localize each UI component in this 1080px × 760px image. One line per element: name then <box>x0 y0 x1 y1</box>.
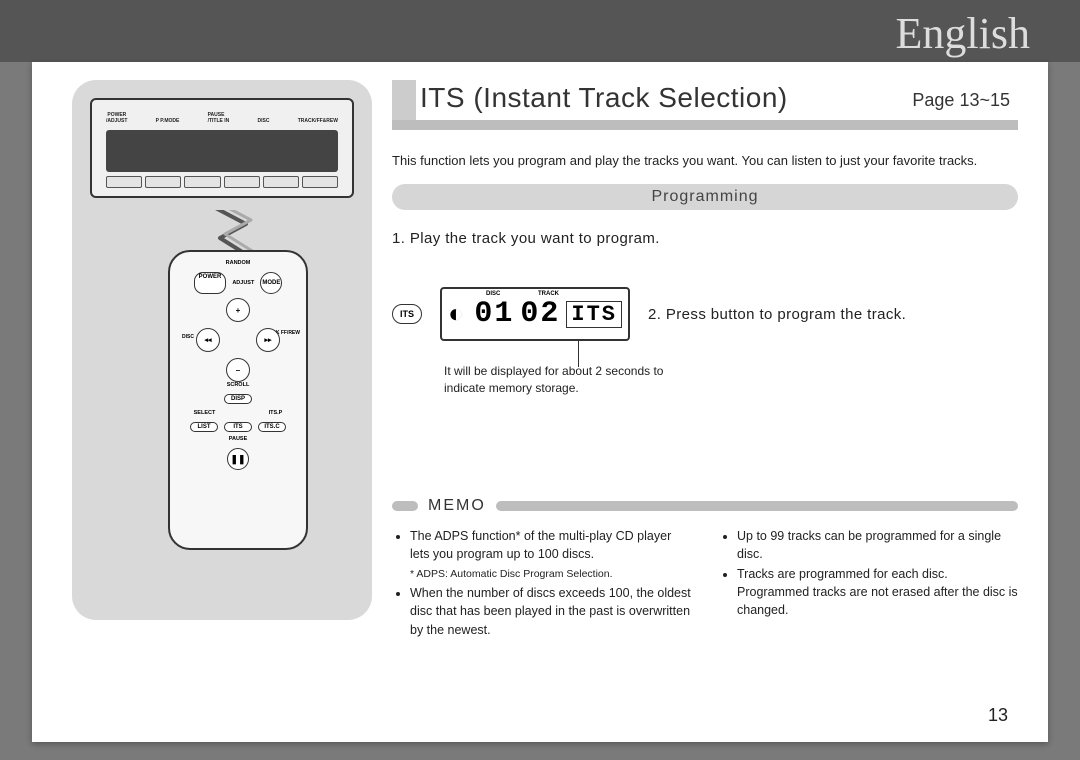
memo-rule <box>496 501 1018 511</box>
hu-label-pause: PAUSE /TITLE IN <box>208 112 230 124</box>
car-head-unit: POWER /ADJUST P P.MODE PAUSE /TITLE IN D… <box>90 98 354 198</box>
memo-heading: MEMO <box>392 497 1018 515</box>
hu-btn <box>106 176 142 188</box>
remote-btn-disp: DISP <box>224 394 252 404</box>
remote-lbl-adjust: ADJUST <box>232 280 254 286</box>
remote-btn-prev: ◂◂ <box>196 328 220 352</box>
remote-btn-power: POWER <box>194 272 227 294</box>
heading-accent <box>392 80 416 120</box>
hu-label-power: POWER /ADJUST <box>106 112 127 124</box>
head-unit-display <box>106 130 338 172</box>
lcd-track-number: 02 <box>520 297 560 331</box>
header-bar: English <box>0 0 1080 62</box>
hu-btn <box>145 176 181 188</box>
its-button-icon: ITS <box>392 304 422 324</box>
hu-btn <box>263 176 299 188</box>
callout-line <box>578 341 579 367</box>
remote-btn-pause: ❚❚ <box>227 448 249 470</box>
memo-columns: The ADPS function* of the multi-play CD … <box>392 527 1018 641</box>
remote-lbl-random: RANDOM <box>170 260 306 266</box>
remote-btn-its: ITS <box>224 422 252 432</box>
remote-dpad: DISC TRACK FF/REW + ◂◂ ▸▸ – <box>188 298 288 382</box>
remote-lbl-pause: PAUSE <box>170 436 306 442</box>
section-heading: ITS (Instant Track Selection) Page 13~15 <box>392 80 1018 130</box>
heading-title: ITS (Instant Track Selection) <box>420 82 788 114</box>
memo-item: The ADPS function* of the multi-play CD … <box>410 527 691 563</box>
lcd-disc-number: 01 <box>474 297 514 331</box>
step-2: 2. Press button to program the track. <box>648 306 906 323</box>
hu-btn <box>302 176 338 188</box>
remote-lbl-select: SELECT <box>194 410 216 416</box>
remote-lbl-disc: DISC <box>182 334 194 340</box>
lcd-track-label: TRACK <box>538 291 559 297</box>
step-1: 1. Play the track you want to program. <box>392 230 1018 247</box>
remote-control: RANDOM POWER ADJUST MODE DISC TRACK FF/R… <box>168 250 308 550</box>
content-column: ITS (Instant Track Selection) Page 13~15… <box>392 80 1018 722</box>
memo-left-list: The ADPS function* of the multi-play CD … <box>392 527 691 641</box>
remote-btn-next: ▸▸ <box>256 328 280 352</box>
manual-page: POWER /ADJUST P P.MODE PAUSE /TITLE IN D… <box>32 62 1048 742</box>
page-number: 13 <box>988 705 1008 726</box>
lcd-disc-label: DISC <box>486 291 500 297</box>
remote-lbl-scroll: SCROLL <box>170 382 306 388</box>
lcd-display: ◐ DISC 01 TRACK 02 ITS <box>440 287 630 341</box>
hu-btn <box>224 176 260 188</box>
disc-spin-icon: ◐ <box>448 299 468 329</box>
hu-label-disc: DISC <box>258 118 270 124</box>
remote-lbl-itsp: ITS.P <box>269 410 283 416</box>
memo-item: Up to 99 tracks can be programmed for a … <box>737 527 1018 563</box>
memo-item: When the number of discs exceeds 100, th… <box>410 584 691 638</box>
device-illustration-panel: POWER /ADJUST P P.MODE PAUSE /TITLE IN D… <box>72 80 372 620</box>
subheading-programming: Programming <box>392 184 1018 210</box>
display-storage-note: It will be displayed for about 2 seconds… <box>444 363 684 397</box>
hu-label-track: TRACK/FF&REW <box>298 118 338 124</box>
language-label: English <box>896 8 1030 59</box>
head-unit-buttons <box>106 174 338 190</box>
memo-right-list: Up to 99 tracks can be programmed for a … <box>719 527 1018 641</box>
memo-title: MEMO <box>428 497 486 515</box>
remote-btn-minus: – <box>226 358 250 382</box>
memo-item: Tracks are programmed for each disc. Pro… <box>737 565 1018 619</box>
memo-bullet-icon <box>392 501 418 511</box>
remote-btn-plus: + <box>226 298 250 322</box>
memo-footnote: * ADPS: Automatic Disc Program Selection… <box>410 567 691 582</box>
remote-btn-list: LIST <box>190 422 218 432</box>
hu-btn <box>184 176 220 188</box>
intro-text: This function lets you program and play … <box>392 152 1018 170</box>
step-2-row: ITS ◐ DISC 01 TRACK 02 ITS 2. Press butt… <box>392 287 1018 341</box>
lcd-its-indicator: ITS <box>566 301 622 328</box>
remote-btn-itsc: ITS.C <box>258 422 286 432</box>
head-unit-top-labels: POWER /ADJUST P P.MODE PAUSE /TITLE IN D… <box>106 106 338 124</box>
remote-btn-mode: MODE <box>260 272 282 294</box>
heading-underline <box>392 120 1018 130</box>
hu-label-pmode: P P.MODE <box>156 118 180 124</box>
heading-page-ref: Page 13~15 <box>912 90 1010 111</box>
